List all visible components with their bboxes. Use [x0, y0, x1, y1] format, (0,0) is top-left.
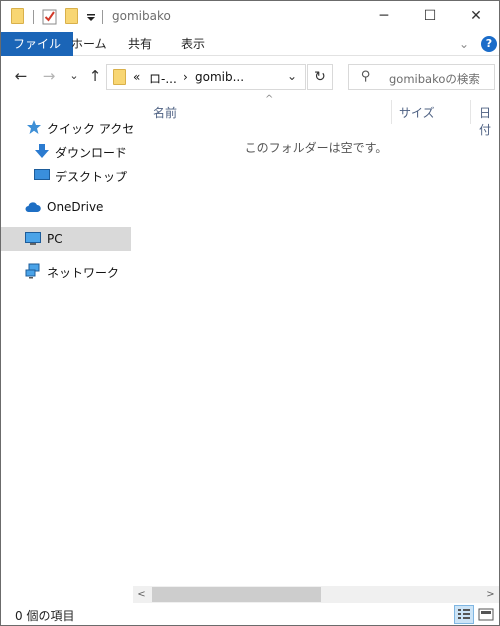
details-view-icon [458, 609, 470, 619]
column-divider[interactable] [470, 100, 471, 124]
cloud-icon [25, 202, 41, 212]
address-segment-1[interactable]: ロ-... [149, 70, 177, 87]
forward-button[interactable]: → [39, 66, 59, 86]
file-list[interactable]: 名前 ^ サイズ 日付 このフォルダーは空です。 [133, 94, 499, 603]
address-overflow[interactable]: « [133, 70, 140, 84]
navigation-pane: クイック アクセス ダウンロード ⊸ デスクトップ ⊸ OneDrive PC … [1, 98, 146, 603]
star-icon [27, 120, 41, 134]
sidebar-item-pc[interactable]: PC [1, 227, 131, 251]
maximize-button[interactable]: ☐ [407, 1, 453, 32]
network-icon [25, 263, 40, 279]
desktop-icon [34, 169, 50, 180]
folder-icon [113, 69, 126, 85]
new-folder-icon[interactable] [65, 8, 78, 24]
qa-separator [102, 10, 103, 24]
sidebar-item-downloads[interactable]: ダウンロード ⊸ [1, 139, 131, 163]
large-icons-view-button[interactable] [476, 605, 496, 624]
sidebar-item-onedrive[interactable]: OneDrive [1, 195, 131, 219]
back-button[interactable]: ← [11, 66, 31, 86]
sidebar-item-label: ネットワーク [47, 266, 120, 280]
column-divider[interactable] [391, 100, 392, 124]
details-view-button[interactable] [454, 605, 474, 624]
tab-home[interactable]: ホーム [60, 32, 118, 56]
close-button[interactable]: ✕ [453, 1, 499, 32]
title-bar: gomibako ─ ☐ ✕ [1, 1, 499, 32]
status-bar: 0 個の項目 [1, 603, 499, 625]
folder-icon [11, 8, 24, 24]
ribbon-tabs: ファイル ホーム 共有 表示 ⌄ ? [1, 32, 499, 56]
tab-view[interactable]: 表示 [170, 32, 216, 56]
empty-folder-message: このフォルダーは空です。 [244, 141, 388, 155]
help-icon[interactable]: ? [481, 36, 497, 52]
sidebar-item-quick-access[interactable]: クイック アクセス [1, 115, 146, 139]
sidebar-item-network[interactable]: ネットワーク [1, 259, 131, 283]
scroll-right-button[interactable]: > [482, 586, 499, 603]
explorer-window: gomibako ─ ☐ ✕ ファイル ホーム 共有 表示 ⌄ ? ← → ⌄ … [0, 0, 500, 626]
column-header-date[interactable]: 日付 [479, 104, 499, 138]
item-count: 0 個の項目 [15, 609, 75, 623]
column-header-size[interactable]: サイズ [399, 104, 435, 121]
sidebar-item-label: PC [47, 232, 63, 246]
horizontal-scrollbar[interactable]: < > [133, 586, 499, 603]
large-icons-view-icon [478, 608, 494, 621]
refresh-button[interactable]: ↻ [307, 64, 333, 90]
address-separator[interactable]: › [183, 70, 188, 84]
address-segment-2[interactable]: gomib... [195, 70, 244, 84]
sidebar-item-label: クイック アクセス [47, 122, 147, 136]
up-button[interactable]: ↑ [85, 66, 105, 86]
pc-icon [25, 232, 41, 245]
pin-icon[interactable]: ⊸ [116, 144, 124, 155]
search-icon: ⚲ [361, 69, 371, 84]
address-bar[interactable]: « ロ-... › gomib... ⌄ [106, 64, 306, 90]
scroll-left-button[interactable]: < [133, 586, 150, 603]
sidebar-item-label: OneDrive [47, 200, 104, 214]
sidebar-item-desktop[interactable]: デスクトップ ⊸ [1, 163, 131, 187]
scrollbar-thumb[interactable] [152, 587, 321, 602]
expand-ribbon-icon[interactable]: ⌄ [459, 37, 469, 51]
column-header-name[interactable]: 名前 [153, 104, 177, 121]
download-icon [35, 144, 49, 158]
recent-locations-button[interactable]: ⌄ [64, 66, 84, 86]
search-box[interactable]: ⚲ gomibakoの検索 [348, 64, 495, 90]
qa-separator [33, 10, 34, 24]
chevron-down-icon[interactable]: ⌄ [287, 69, 297, 83]
window-title: gomibako [112, 9, 171, 23]
pin-icon[interactable]: ⊸ [116, 168, 124, 179]
sort-ascending-icon: ^ [265, 94, 274, 105]
tab-share[interactable]: 共有 [117, 32, 163, 56]
customize-qa-icon[interactable] [86, 8, 96, 26]
navigation-bar: ← → ⌄ ↑ « ロ-... › gomib... ⌄ ↻ ⚲ gomibak… [1, 56, 499, 98]
minimize-button[interactable]: ─ [361, 1, 407, 32]
properties-icon[interactable] [42, 8, 58, 26]
search-placeholder: gomibakoの検索 [389, 72, 480, 86]
